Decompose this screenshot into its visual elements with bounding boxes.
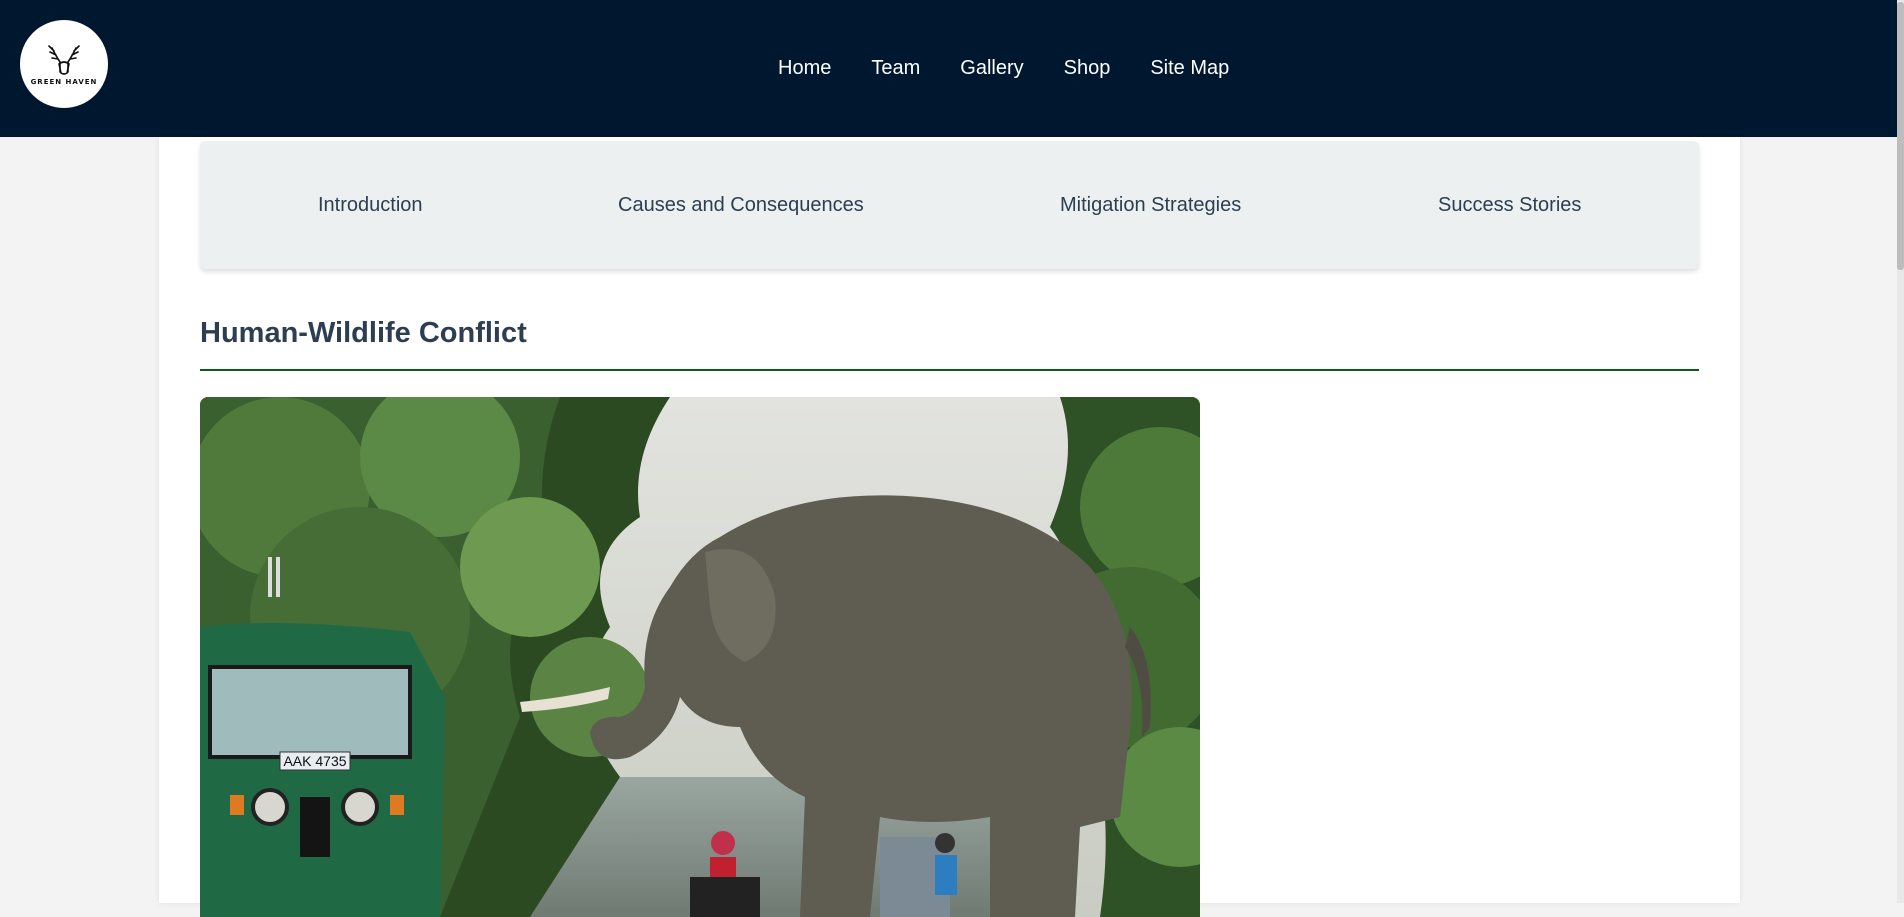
site-header: GREEN HAVEN Home Team Gallery Shop Site … (0, 0, 1904, 137)
logo-text: GREEN HAVEN (30, 78, 98, 86)
elephant-photo-illustration: AAK 4735 (200, 397, 1200, 917)
subnav-introduction-link[interactable]: Introduction (318, 194, 423, 217)
subnav-causes-link[interactable]: Causes and Consequences (618, 194, 864, 217)
content-panel: Introduction Causes and Consequences Mit… (159, 137, 1740, 917)
section-navigation: Introduction Causes and Consequences Mit… (200, 141, 1699, 269)
page-title: Human-Wildlife Conflict (200, 317, 527, 349)
main-navigation: Home Team Gallery Shop Site Map (778, 54, 1229, 82)
elephant-road-photo: AAK 4735 (200, 397, 1200, 917)
nav-site-map-link[interactable]: Site Map (1150, 54, 1229, 82)
page-scrollbar[interactable] (1897, 0, 1904, 903)
scrollbar-thumb[interactable] (1897, 2, 1904, 270)
license-plate-text: AAK 4735 (283, 753, 346, 769)
nav-team-link[interactable]: Team (871, 54, 920, 82)
nav-shop-link[interactable]: Shop (1064, 54, 1111, 82)
nav-home-link[interactable]: Home (778, 54, 831, 82)
nav-gallery-link[interactable]: Gallery (960, 54, 1023, 82)
deer-antlers-icon (48, 45, 80, 75)
logo[interactable]: GREEN HAVEN (20, 20, 108, 108)
subnav-mitigation-link[interactable]: Mitigation Strategies (1060, 194, 1241, 217)
title-divider (200, 369, 1699, 371)
subnav-success-stories-link[interactable]: Success Stories (1438, 194, 1581, 217)
